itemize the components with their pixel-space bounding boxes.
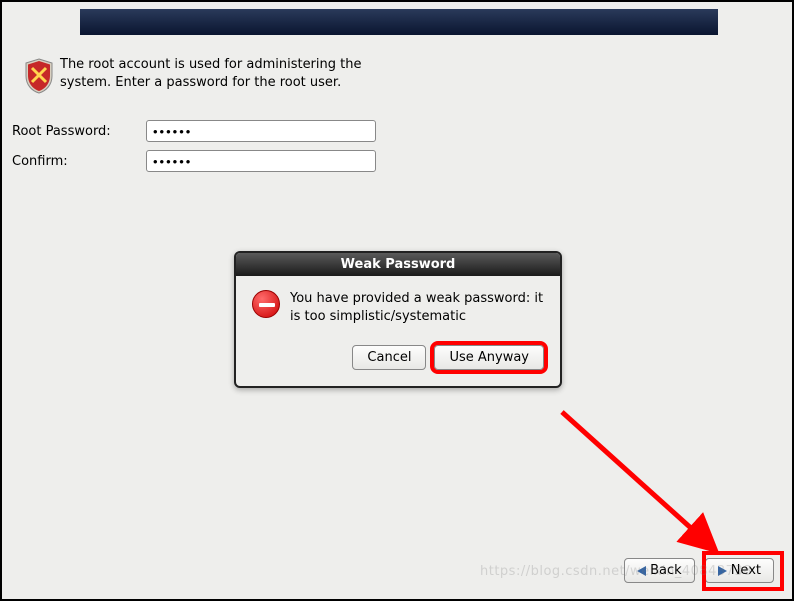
annotation-arrow	[552, 402, 742, 572]
root-password-input[interactable]	[146, 120, 376, 142]
next-button[interactable]: Next	[705, 558, 774, 583]
back-button[interactable]: Back	[624, 558, 695, 583]
arrow-left-icon	[637, 566, 646, 576]
use-anyway-button[interactable]: Use Anyway	[434, 345, 544, 370]
cancel-button[interactable]: Cancel	[352, 345, 426, 370]
confirm-password-input[interactable]	[146, 150, 376, 172]
error-icon	[252, 290, 280, 318]
dialog-title: Weak Password	[236, 253, 560, 276]
top-banner	[80, 9, 718, 35]
next-button-label: Next	[731, 563, 761, 578]
dialog-message: You have provided a weak password: it is…	[290, 290, 544, 325]
root-password-label: Root Password:	[12, 124, 146, 139]
back-button-label: Back	[650, 563, 682, 578]
description-text: The root account is used for administeri…	[60, 56, 380, 91]
arrow-right-icon	[718, 566, 727, 576]
weak-password-dialog: Weak Password You have provided a weak p…	[234, 251, 562, 388]
confirm-password-label: Confirm:	[12, 154, 146, 169]
root-shield-icon	[24, 58, 54, 94]
